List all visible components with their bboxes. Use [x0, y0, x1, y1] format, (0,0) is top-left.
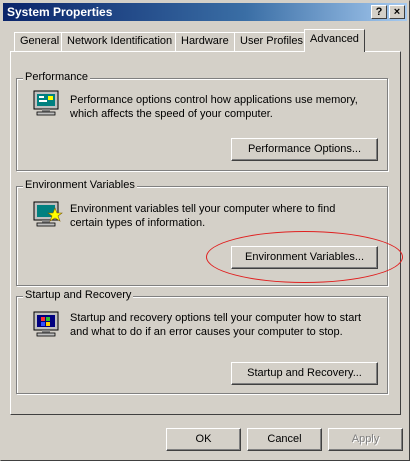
startup-recovery-description: Startup and recovery options tell your c… — [70, 312, 362, 338]
help-button[interactable]: ? — [371, 5, 387, 19]
environment-variables-description: Environment variables tell your computer… — [70, 203, 336, 229]
performance-group-label: Performance — [23, 71, 90, 83]
environment-variables-group-label: Environment Variables — [23, 179, 137, 191]
performance-monitor-icon — [33, 90, 59, 116]
system-properties-window: System Properties ? × General Network Id… — [0, 0, 410, 461]
annotation-ellipse — [206, 231, 403, 283]
startup-recovery-group: Startup and Recovery Startup and recover… — [16, 289, 388, 394]
startup-recovery-group-label: Startup and Recovery — [23, 289, 134, 301]
performance-description: Performance options control how applicat… — [70, 94, 358, 120]
close-button[interactable]: × — [389, 5, 405, 19]
performance-group: Performance Performance options control … — [16, 71, 388, 171]
tab-network-identification[interactable]: Network Identification — [61, 32, 179, 51]
tab-user-profiles[interactable]: User Profiles — [234, 32, 309, 51]
tab-advanced[interactable]: Advanced — [304, 29, 365, 52]
tab-hardware[interactable]: Hardware — [175, 32, 235, 51]
window-title: System Properties — [7, 5, 113, 19]
tab-general[interactable]: General — [14, 32, 66, 51]
performance-options-button[interactable]: Performance Options... — [231, 138, 378, 161]
cancel-button[interactable]: Cancel — [247, 428, 322, 451]
title-bar[interactable]: System Properties ? × — [3, 3, 407, 21]
ok-button[interactable]: OK — [166, 428, 241, 451]
startup-recovery-button[interactable]: Startup and Recovery... — [231, 362, 378, 385]
apply-button[interactable]: Apply — [328, 428, 403, 451]
startup-recovery-icon — [33, 311, 59, 337]
environment-variables-icon — [33, 201, 63, 227]
